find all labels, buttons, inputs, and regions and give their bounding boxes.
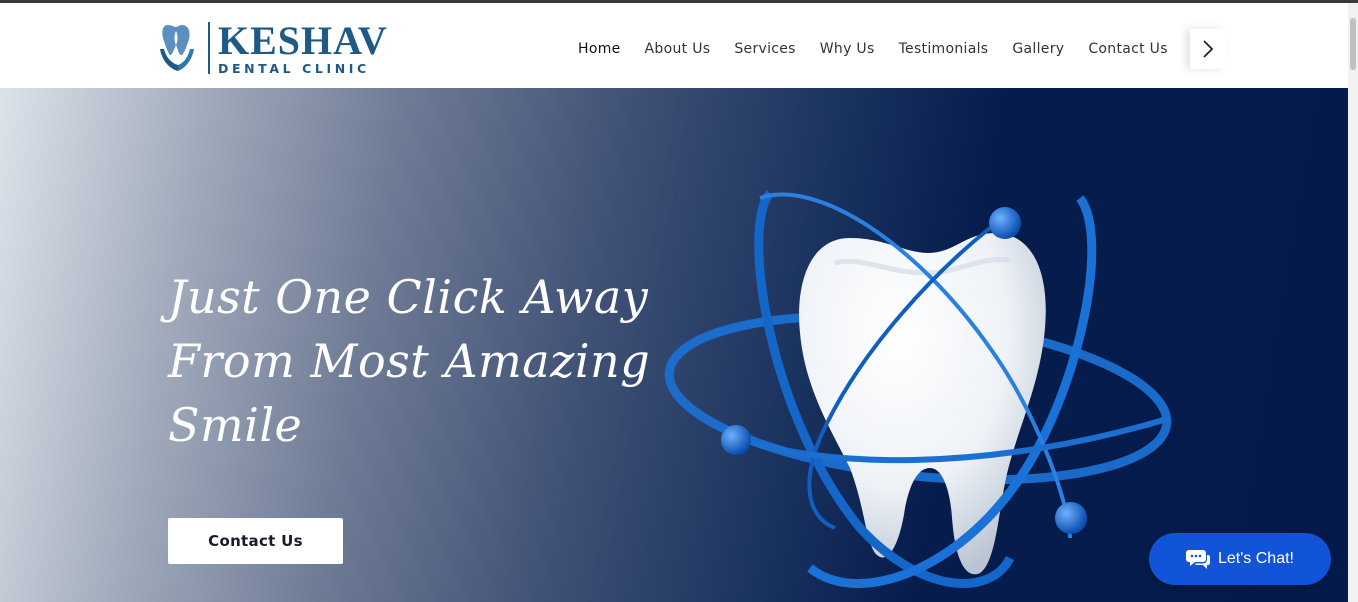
headline-line-2: From Most Amazing <box>168 334 651 388</box>
nav-contact-us[interactable]: Contact Us <box>1088 41 1167 57</box>
headline-line-1: Just One Click Away <box>168 270 649 324</box>
site-header: KESHAV DENTAL CLINIC Home About Us Servi… <box>0 3 1348 88</box>
nav-home[interactable]: Home <box>578 41 621 57</box>
nav-gallery[interactable]: Gallery <box>1012 41 1064 57</box>
lets-chat-button[interactable]: Let's Chat! <box>1149 533 1331 585</box>
tooth-hands-logo-icon <box>160 25 194 71</box>
logo-divider <box>208 22 210 74</box>
headline-line-3: Smile <box>168 398 303 452</box>
contact-us-button[interactable]: Contact Us <box>168 518 343 564</box>
tooth-atom-illustration <box>664 190 1172 588</box>
brand-name: KESHAV <box>218 17 388 63</box>
chevron-right-icon <box>1203 40 1214 58</box>
scrollbar-thumb[interactable] <box>1350 18 1356 70</box>
page-scrollbar[interactable] <box>1348 3 1358 602</box>
nav-testimonials[interactable]: Testimonials <box>899 41 989 57</box>
chat-bubble-icon <box>1186 550 1210 569</box>
chat-label: Let's Chat! <box>1218 550 1294 567</box>
nav-why-us[interactable]: Why Us <box>820 41 875 57</box>
brand-subtitle: DENTAL CLINIC <box>218 60 370 76</box>
logo-text: KESHAV DENTAL CLINIC <box>218 17 388 76</box>
brand-logo[interactable]: KESHAV DENTAL CLINIC <box>158 19 388 77</box>
nav-next-button[interactable] <box>1190 29 1226 69</box>
main-nav: Home About Us Services Why Us Testimonia… <box>566 6 1180 91</box>
nav-services[interactable]: Services <box>734 41 795 57</box>
nav-about-us[interactable]: About Us <box>645 41 711 57</box>
hero-headline: Just One Click Away From Most Amazing Sm… <box>168 265 688 457</box>
